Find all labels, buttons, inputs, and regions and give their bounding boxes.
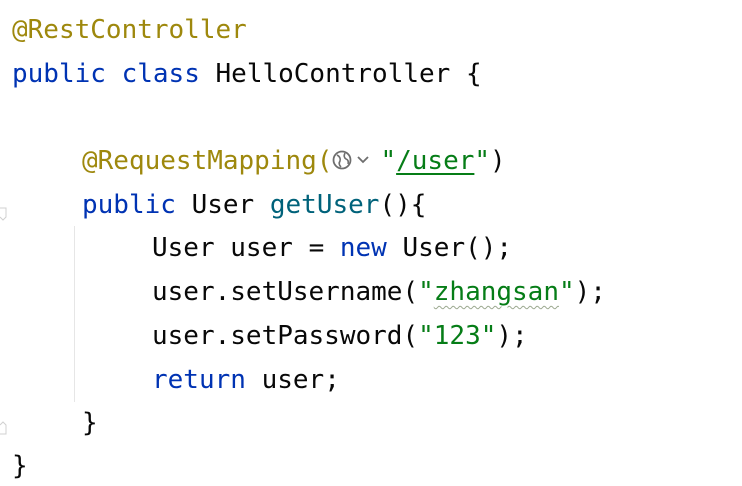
mapping-url[interactable]: /user <box>396 146 474 176</box>
annotation-close-paren: ) <box>490 146 506 176</box>
class-annotation: @RestController <box>12 15 247 45</box>
code-line-11[interactable]: } <box>12 448 28 484</box>
password-string: "123" <box>418 321 497 351</box>
set-username-call: user.setUsername( <box>152 277 419 307</box>
method-close-brace: } <box>82 408 98 438</box>
fold-end-marker-icon[interactable] <box>0 412 8 435</box>
code-line-1[interactable]: @RestController <box>12 12 247 48</box>
code-line-10[interactable]: } <box>82 405 98 441</box>
code-line-9[interactable]: return user; <box>152 362 340 398</box>
string-quote: " <box>418 277 434 307</box>
return-value: user; <box>261 365 340 395</box>
code-line-8[interactable]: user.setPassword("123"); <box>152 318 528 354</box>
keyword-public: public <box>12 59 106 89</box>
class-close-brace: } <box>12 451 28 481</box>
code-line-2[interactable]: public class HelloController { <box>12 56 482 92</box>
keyword-class: class <box>121 59 200 89</box>
code-editor[interactable]: @RestController public class HelloContro… <box>0 0 742 486</box>
code-line-5[interactable]: public User getUser(){ <box>82 187 426 223</box>
assign-operator: = <box>308 233 325 263</box>
class-name: HelloController <box>215 59 451 89</box>
keyword-return: return <box>152 365 246 395</box>
globe-icon[interactable] <box>332 146 378 174</box>
fold-marker-icon[interactable] <box>0 198 8 221</box>
constructor-call: User(); <box>402 233 513 263</box>
keyword-new: new <box>339 233 387 263</box>
var-name: user <box>230 233 293 263</box>
code-line-7[interactable]: user.setUsername("zhangsan"); <box>152 274 606 310</box>
url-quote-open: " <box>380 146 397 176</box>
method-name: getUser <box>269 190 380 220</box>
statement-end: ); <box>574 277 606 307</box>
code-line-4[interactable]: @RequestMapping( "/user") <box>82 143 506 179</box>
keyword-public: public <box>82 190 176 220</box>
var-type: User <box>152 233 215 263</box>
string-quote: " <box>559 277 575 307</box>
statement-end: ); <box>496 321 528 351</box>
code-line-6[interactable]: User user = new User(); <box>152 230 512 266</box>
method-parens: (){ <box>379 190 427 220</box>
url-quote-close: " <box>474 146 491 176</box>
username-string: zhangsan <box>433 277 559 307</box>
chevron-down-icon <box>357 156 370 164</box>
method-annotation: @RequestMapping( <box>82 146 333 176</box>
set-password-call: user.setPassword( <box>152 321 419 351</box>
open-brace: { <box>465 59 482 89</box>
indent-guide <box>74 226 75 402</box>
return-type: User <box>191 190 255 220</box>
